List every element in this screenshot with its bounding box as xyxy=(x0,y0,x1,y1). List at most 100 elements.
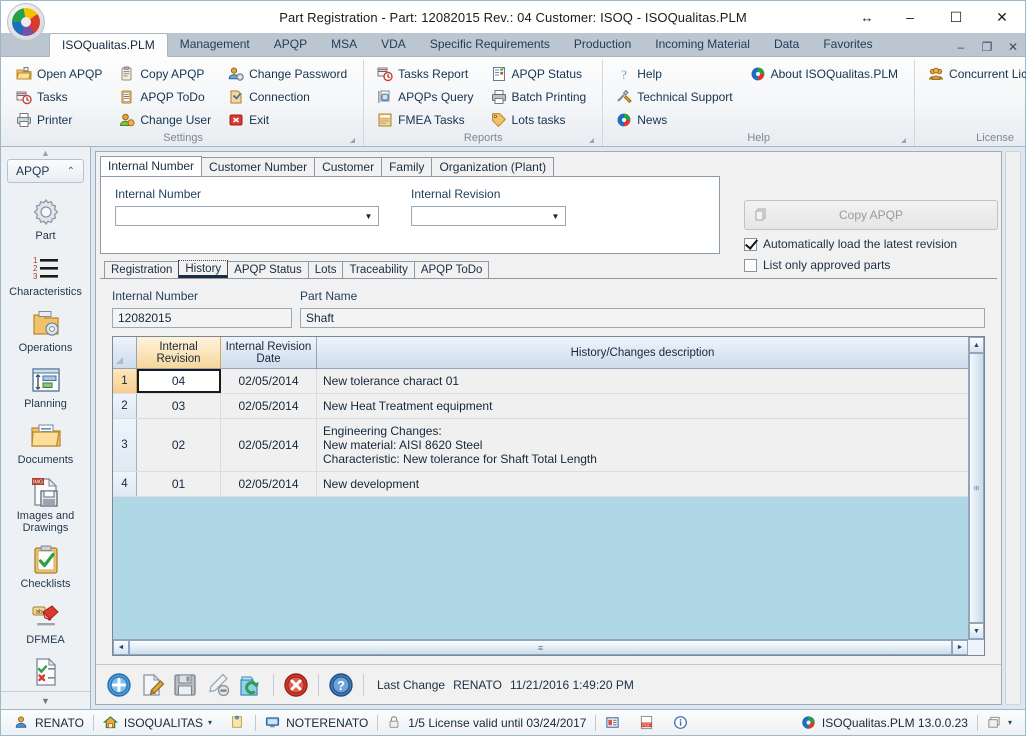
cell-description[interactable]: New development xyxy=(317,472,968,496)
cell-internal-revision[interactable]: 04 xyxy=(137,369,221,393)
ribbon-item-about-isoqualitas-plm[interactable]: About ISOQualitas.PLM xyxy=(747,62,904,85)
grid-v-scroll-track[interactable]: ≡ xyxy=(969,353,984,623)
sidebar-item-dfmea[interactable]: ab DFMEA xyxy=(3,597,89,653)
cell-description[interactable]: New Heat Treatment equipment xyxy=(317,394,968,418)
grid-h-scroll-track[interactable]: ≡ xyxy=(129,640,952,655)
search-tab-customer-number[interactable]: Customer Number xyxy=(201,157,316,176)
chevron-down-icon[interactable]: ▼ xyxy=(361,208,376,224)
status-report[interactable] xyxy=(596,712,630,734)
ribbon-group-label[interactable]: Help xyxy=(609,131,908,146)
table-row[interactable]: 4 01 02/05/2014 New development xyxy=(113,472,968,497)
scroll-up-button[interactable]: ▲ xyxy=(969,337,984,353)
refresh-button[interactable] xyxy=(236,670,266,700)
ribbon-tab-msa[interactable]: MSA xyxy=(319,33,369,56)
sidebar-scroll-down[interactable]: ▼ xyxy=(1,691,90,709)
status-info[interactable] xyxy=(664,712,698,734)
edit-button[interactable] xyxy=(137,670,167,700)
status-note[interactable] xyxy=(221,712,255,734)
checkbox-checked-icon[interactable] xyxy=(744,237,757,251)
maximize-button[interactable]: ☐ xyxy=(933,2,979,32)
ribbon-tab-production[interactable]: Production xyxy=(562,33,643,56)
table-row[interactable]: 3 02 02/05/2014 Engineering Changes: New ma… xyxy=(113,419,968,472)
ribbon-item-batch-printing[interactable]: Batch Printing xyxy=(488,85,593,108)
sidebar-item-extra[interactable] xyxy=(3,653,89,691)
close-button[interactable]: ✕ xyxy=(979,2,1025,32)
ribbon-item-exit[interactable]: Exit xyxy=(225,108,353,131)
cell-internal-revision[interactable]: 01 xyxy=(137,472,221,496)
detail-tab-lots[interactable]: Lots xyxy=(307,261,344,278)
row-number[interactable]: 3 xyxy=(113,419,137,471)
ribbon-tab-favorites[interactable]: Favorites xyxy=(811,33,884,56)
save-button[interactable] xyxy=(170,670,200,700)
resize-icon[interactable]: ↔ xyxy=(847,2,887,32)
content-vertical-scrollbar[interactable] xyxy=(1005,151,1021,705)
sidebar-item-images-and-drawings[interactable]: IMG Images and Drawings xyxy=(3,473,89,541)
sidebar-item-part[interactable]: Part xyxy=(3,193,89,249)
sidebar-item-planning[interactable]: Planning xyxy=(3,361,89,417)
status-window-list[interactable]: ▾ xyxy=(978,712,1021,734)
ribbon-item-open-apqp[interactable]: Open APQP xyxy=(13,62,108,85)
search-tab-customer[interactable]: Customer xyxy=(314,157,383,176)
grid-header-internal-revision-date[interactable]: Internal Revision Date xyxy=(221,337,317,368)
internal-revision-input[interactable]: ▼ xyxy=(411,206,566,226)
ribbon-item-tasks-report[interactable]: Tasks Report xyxy=(374,62,479,85)
grid-horizontal-scrollbar[interactable]: ◄ ≡ ► xyxy=(113,639,984,655)
ribbon-group-label[interactable]: License xyxy=(921,131,1026,146)
ribbon-item-change-password[interactable]: Change Password xyxy=(225,62,353,85)
ribbon-item-help[interactable]: ? Help xyxy=(613,62,738,85)
delete-button[interactable] xyxy=(281,670,311,700)
sidebar-item-documents[interactable]: Documents xyxy=(3,417,89,473)
ribbon-item-fmea-tasks[interactable]: FMEA Tasks xyxy=(374,108,479,131)
checkbox-row[interactable]: List only approved parts xyxy=(744,258,998,272)
table-row[interactable]: 2 03 02/05/2014 New Heat Treatment equipmen… xyxy=(113,394,968,419)
sidebar-scroll-up[interactable]: ▲ xyxy=(1,147,90,159)
detail-tab-history[interactable]: History xyxy=(178,260,229,278)
status-organization[interactable]: ISOQUALITAS ▾ xyxy=(94,712,221,734)
ribbon-item-apqp-status[interactable]: APQP Status xyxy=(488,62,593,85)
sidebar-item-checklists[interactable]: Checklists xyxy=(3,541,89,597)
status-license[interactable]: 1/5 License valid until 03/24/2017 xyxy=(378,712,595,734)
ribbon-item-lots-tasks[interactable]: Lots tasks xyxy=(488,108,593,131)
ribbon-tab-isoqualitas-plm[interactable]: ISOQualitas.PLM xyxy=(49,33,168,57)
cell-internal-revision-date[interactable]: 02/05/2014 xyxy=(221,419,317,471)
ribbon-item-connection[interactable]: Connection xyxy=(225,85,353,108)
sidebar-header[interactable]: APQP ⌃ xyxy=(7,159,84,183)
ribbon-item-apqp-todo[interactable]: APQP ToDo xyxy=(116,85,217,108)
cell-description[interactable]: Engineering Changes: New material: AISI … xyxy=(317,419,968,471)
ribbon-group-label[interactable]: Settings xyxy=(9,131,357,146)
chevron-down-icon[interactable]: ▾ xyxy=(1008,718,1012,727)
status-user[interactable]: RENATO xyxy=(5,712,93,734)
detail-tab-registration[interactable]: Registration xyxy=(104,261,180,278)
row-number[interactable]: 1 xyxy=(113,369,137,393)
cell-internal-revision-date[interactable]: 02/05/2014 xyxy=(221,369,317,393)
table-row[interactable]: 1 04 02/05/2014 New tolerance charact 01 xyxy=(113,369,968,394)
ribbon-item-copy-apqp[interactable]: Copy APQP xyxy=(116,62,217,85)
grid-header-select-all[interactable] xyxy=(113,337,137,368)
detail-tab-traceability[interactable]: Traceability xyxy=(342,261,415,278)
ribbon-tab-vda[interactable]: VDA xyxy=(369,33,418,56)
ribbon-item-news[interactable]: News xyxy=(613,108,738,131)
detail-tab-apqp-status[interactable]: APQP Status xyxy=(227,261,309,278)
mdi-minimize-button[interactable]: – xyxy=(953,40,969,54)
sidebar-item-characteristics[interactable]: 1 2 3 Characteristics xyxy=(3,249,89,305)
app-logo-icon[interactable] xyxy=(7,3,45,41)
row-number[interactable]: 2 xyxy=(113,394,137,418)
ribbon-item-tasks[interactable]: Tasks xyxy=(13,85,108,108)
ribbon-item-change-user[interactable]: Change User xyxy=(116,108,217,131)
mdi-close-button[interactable]: ✕ xyxy=(1005,40,1021,54)
checkbox-row[interactable]: Automatically load the latest revision xyxy=(744,237,998,251)
search-tab-family[interactable]: Family xyxy=(381,157,433,176)
ribbon-tab-data[interactable]: Data xyxy=(762,33,811,56)
chevron-down-icon[interactable]: ▾ xyxy=(208,718,212,727)
grid-header-internal-revision[interactable]: Internal Revision xyxy=(137,337,221,368)
cell-internal-revision-date[interactable]: 02/05/2014 xyxy=(221,472,317,496)
ribbon-item-apqps-query[interactable]: APQPs Query xyxy=(374,85,479,108)
grid-h-scroll-thumb[interactable]: ≡ xyxy=(129,640,952,655)
grid-header-description[interactable]: History/Changes description xyxy=(317,337,968,368)
ribbon-tab-incoming-material[interactable]: Incoming Material xyxy=(643,33,762,56)
cell-internal-revision-date[interactable]: 02/05/2014 xyxy=(221,394,317,418)
ribbon-item-technical-support[interactable]: Technical Support xyxy=(613,85,738,108)
status-machine[interactable]: NOTERENATO xyxy=(256,712,377,734)
chevron-down-icon[interactable]: ▼ xyxy=(548,208,563,224)
add-button[interactable] xyxy=(104,670,134,700)
